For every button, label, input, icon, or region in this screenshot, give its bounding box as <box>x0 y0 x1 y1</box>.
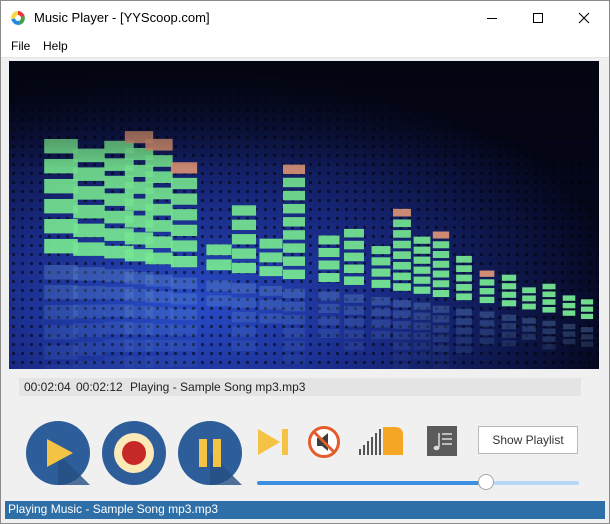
menu-help[interactable]: Help <box>43 39 68 53</box>
record-icon <box>122 441 146 465</box>
minimize-icon <box>487 18 497 19</box>
maximize-icon <box>533 13 543 23</box>
mute-icon <box>308 426 340 458</box>
playback-info-row: 00:02:04 00:02:12 Playing - Sample Song … <box>19 378 581 396</box>
volume-slider-thumb[interactable] <box>477 474 494 490</box>
total-duration: 00:02:12 <box>76 380 123 394</box>
now-playing-text: Playing - Sample Song mp3.mp3 <box>130 380 306 394</box>
volume-level-button[interactable] <box>357 425 407 457</box>
window-title: Music Player - [YYScoop.com] <box>34 10 210 25</box>
play-button[interactable] <box>26 421 90 485</box>
volume-slider[interactable] <box>257 474 579 490</box>
volume-level-icon <box>359 427 403 455</box>
menu-bar: File Help <box>1 35 609 58</box>
visualizer-image <box>9 61 599 369</box>
close-button[interactable] <box>561 1 607 35</box>
close-icon <box>578 12 590 24</box>
menu-file[interactable]: File <box>11 39 30 53</box>
app-logo-icon <box>10 10 26 26</box>
elapsed-time: 00:02:04 <box>24 380 71 394</box>
pause-button[interactable] <box>178 421 242 485</box>
record-button[interactable] <box>102 421 166 485</box>
equalizer-artwork <box>9 61 599 369</box>
volume-slider-fill <box>257 481 486 485</box>
status-bar-text: Playing Music - Sample Song mp3.mp3 <box>8 502 219 516</box>
skip-next-icon <box>258 429 288 455</box>
mute-button[interactable] <box>307 425 341 459</box>
app-window: Music Player - [YYScoop.com] File Help 0… <box>0 0 610 524</box>
maximize-button[interactable] <box>515 1 561 35</box>
status-bar: Playing Music - Sample Song mp3.mp3 <box>5 501 605 519</box>
playlist-toggle-button[interactable] <box>427 426 457 456</box>
show-playlist-button[interactable]: Show Playlist <box>478 426 578 454</box>
playlist-music-icon <box>427 426 457 456</box>
skip-next-button[interactable] <box>257 428 291 456</box>
title-bar: Music Player - [YYScoop.com] <box>1 1 609 35</box>
minimize-button[interactable] <box>469 1 515 35</box>
